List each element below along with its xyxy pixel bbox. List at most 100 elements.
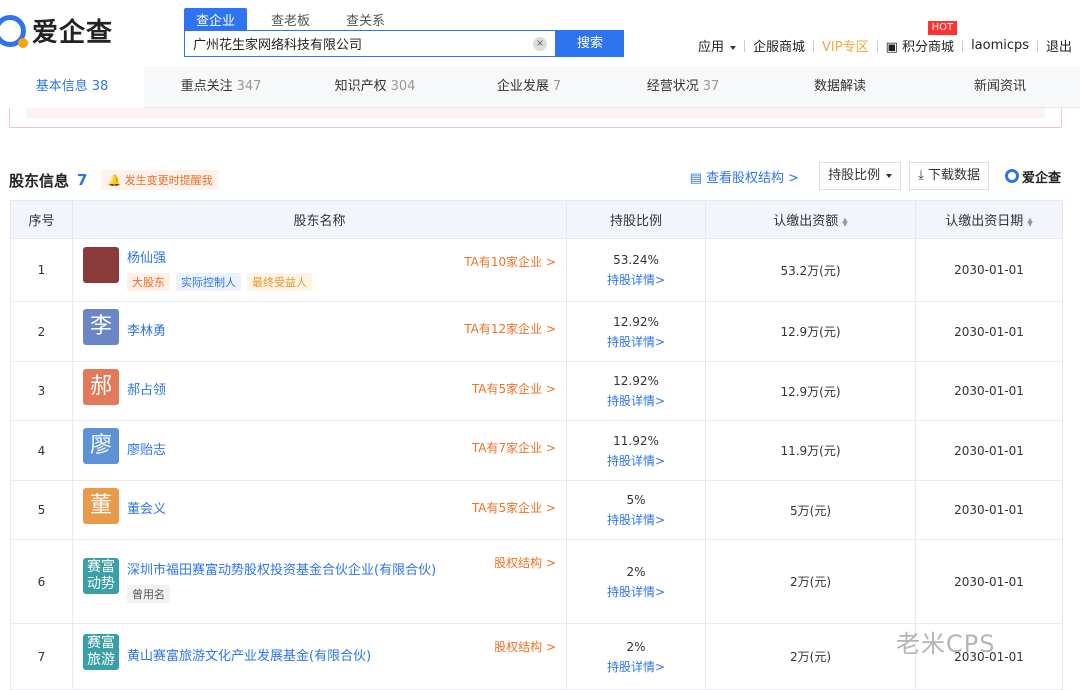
shareholder-table: 序号 股东名称 持股比例 认缴出资额 ▲ ▼ 认缴出资日期 ▲ ▼ 1 杨仙强 大股东 实际控… (10, 200, 1063, 690)
date-cell: 2030-01-01 (915, 301, 1063, 362)
shareholder-related-link[interactable]: TA有12家企业 > (464, 320, 556, 337)
col-amount[interactable]: 认缴出资额 ▲ ▼ (705, 200, 916, 239)
holding-detail-link[interactable]: 持股详情> (567, 332, 705, 352)
shareholder-name[interactable]: 黄山赛富旅游文化产业发展基金(有限合伙) (127, 647, 446, 667)
site-logo[interactable]: 爱企查 (0, 12, 113, 49)
col-amount-label: 认缴出资额 (773, 214, 839, 229)
shareholder-related-link[interactable]: TA有7家企业 > (472, 439, 556, 456)
section-title: 股东信息 (9, 171, 70, 190)
holding-detail-link[interactable]: 持股详情> (567, 270, 705, 290)
download-button[interactable]: ⤓ 下载数据 (909, 162, 989, 190)
avatar[interactable]: 赛富旅游 (83, 634, 119, 670)
avatar[interactable]: 李 (83, 309, 119, 345)
logout-link[interactable]: 退出 (1038, 36, 1080, 55)
tab-ip[interactable]: 知识产权 304 (298, 66, 452, 108)
search-tabs: 查企业 查老板 查关系 (184, 8, 409, 31)
tab-news[interactable]: 新闻资讯 (920, 66, 1080, 108)
row-index: 6 (10, 539, 73, 624)
col-date-label: 认缴出资日期 (945, 214, 1024, 229)
avatar[interactable]: 郝 (83, 369, 119, 405)
tab-label: 重点关注 (180, 79, 233, 94)
row-index: 4 (10, 420, 73, 481)
shareholder-name[interactable]: 廖贻志 (127, 441, 446, 461)
section-tools: ▤ 查看股权结构 > 持股比例 ⤓ 下载数据 爱企查 (690, 162, 1061, 190)
ratio-dropdown[interactable]: 持股比例 (819, 162, 902, 190)
ratio-cell: 12.92% 持股详情> (566, 361, 706, 421)
holding-ratio: 11.92% (613, 433, 659, 448)
search-tab-company[interactable]: 查企业 (184, 8, 248, 31)
table-row: 6 赛富动势 深圳市福田赛富动势股权投资基金合伙企业(有限合伙) 曾用名 股权结构 > 2… (10, 539, 1063, 624)
holding-detail-link[interactable]: 持股详情> (567, 657, 705, 677)
brand-text: 爱企查 (1021, 170, 1061, 186)
tab-development[interactable]: 企业发展 7 (452, 66, 606, 108)
download-label: 下载数据 (927, 168, 980, 183)
sort-icon: ▲ ▼ (842, 215, 848, 228)
avatar[interactable]: 廖 (83, 428, 119, 464)
avatar[interactable]: 赛富动势 (83, 558, 119, 594)
notice-box (9, 108, 1062, 128)
shareholder-tags: 大股东 实际控制人 最终受益人 (127, 273, 446, 291)
tab-data-insight[interactable]: 数据解读 (760, 66, 920, 108)
shareholder-tag[interactable]: 大股东 (127, 273, 170, 291)
tab-basic-info[interactable]: 基本信息 38 (0, 66, 144, 108)
search-tab-boss[interactable]: 查老板 (259, 8, 322, 31)
shareholder-name[interactable]: 李林勇 (127, 322, 446, 342)
holding-detail-link[interactable]: 持股详情> (567, 451, 705, 471)
shareholder-related-link[interactable]: 股权结构 > (494, 638, 556, 655)
ratio-cell: 11.92% 持股详情> (566, 420, 706, 481)
col-date[interactable]: 认缴出资日期 ▲ ▼ (915, 200, 1063, 239)
shareholder-name[interactable]: 深圳市福田赛富动势股权投资基金合伙企业(有限合伙) (127, 561, 446, 581)
table-row: 4 廖廖贻志 TA有7家企业 > 11.92% 持股详情> 11.9万(元) 2030-01… (10, 420, 1063, 481)
points-mall-link[interactable]: ▣ 积分商城 HOT (878, 21, 962, 55)
row-index: 7 (10, 623, 73, 690)
top-header: 爱企查 查企业 查老板 查关系 广州花生家网络科技有限公司 × 搜索 应用 企服… (0, 0, 1080, 66)
shareholder-name[interactable]: 董会义 (127, 500, 446, 520)
tab-key-focus[interactable]: 重点关注 347 (144, 66, 298, 108)
brand-mark: 爱企查 (1004, 167, 1061, 186)
avatar[interactable]: 董 (83, 488, 119, 524)
vip-link[interactable]: VIP专区 (814, 36, 877, 55)
shareholder-related-link[interactable]: TA有5家企业 > (472, 499, 556, 516)
section-count: 7 (77, 171, 88, 189)
holding-ratio: 2% (626, 639, 646, 654)
amount-cell: 53.2万(元) (705, 238, 916, 302)
holding-detail-link[interactable]: 持股详情> (567, 510, 705, 530)
download-icon: ⤓ (918, 168, 928, 183)
date-cell: 2030-01-01 (915, 361, 1063, 421)
clear-icon[interactable]: × (533, 36, 547, 51)
tab-label: 经营状况 (646, 79, 699, 94)
shareholder-cell: 郝郝占领 TA有5家企业 > (72, 361, 567, 421)
search-button[interactable]: 搜索 (556, 30, 624, 57)
mall-link[interactable]: 企服商城 (745, 36, 813, 55)
vip-suffix: 专区 (842, 40, 869, 55)
shareholder-cell: 李李林勇 TA有12家企业 > (72, 301, 567, 362)
user-name[interactable]: laomicps (963, 38, 1037, 53)
search-input[interactable]: 广州花生家网络科技有限公司 × (184, 30, 556, 57)
shareholder-name[interactable]: 郝占领 (127, 381, 446, 401)
view-structure-link[interactable]: ▤ 查看股权结构 > (690, 167, 799, 186)
structure-icon: ▤ (689, 170, 707, 186)
holding-ratio: 53.24% (613, 253, 659, 267)
shareholder-tag[interactable]: 曾用名 (127, 584, 170, 603)
shareholder-tag: 最终受益人 (247, 273, 312, 291)
tab-count: 7 (552, 79, 562, 94)
sort-icon: ▲ ▼ (1027, 215, 1033, 228)
tab-count: 347 (236, 79, 262, 94)
avatar[interactable] (83, 247, 119, 283)
logo-q-icon (1004, 169, 1019, 183)
shareholder-related-link[interactable]: TA有10家企业 > (464, 253, 556, 270)
tab-operations[interactable]: 经营状况 37 (606, 66, 760, 108)
search-tab-relation[interactable]: 查关系 (334, 8, 397, 31)
apps-menu[interactable]: 应用 (690, 36, 744, 55)
change-remind-button[interactable]: 🔔 发生变更时提醒我 (101, 170, 219, 190)
apps-label: 应用 (698, 40, 725, 55)
shareholder-related-link[interactable]: 股权结构 > (494, 554, 556, 571)
holding-ratio: 2% (626, 564, 646, 579)
shareholder-related-link[interactable]: TA有5家企业 > (472, 380, 556, 397)
shareholder-name[interactable]: 杨仙强 (127, 249, 446, 269)
logo-text: 爱企查 (32, 18, 114, 48)
row-index: 2 (10, 301, 73, 362)
holding-detail-link[interactable]: 持股详情> (567, 391, 705, 411)
col-ratio: 持股比例 (566, 200, 706, 239)
holding-detail-link[interactable]: 持股详情> (567, 582, 705, 602)
